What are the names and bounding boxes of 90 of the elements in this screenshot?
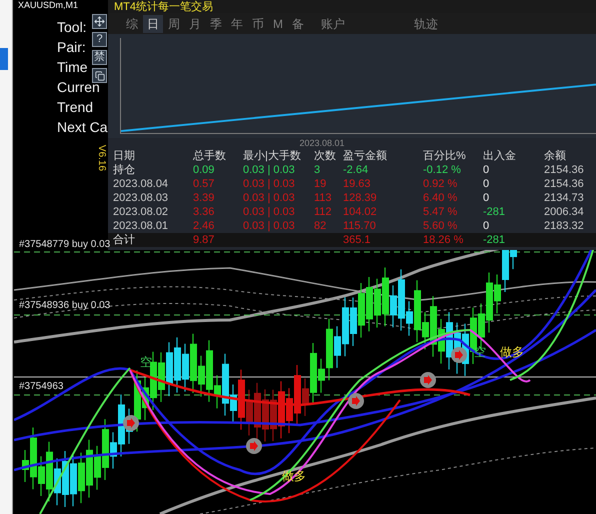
table-cell-text: 0.03 | 0.03: [243, 177, 296, 191]
table-cell-text: -281: [483, 233, 506, 247]
table-cell-text: 2134.73: [544, 191, 585, 205]
tab[interactable]: 备: [288, 14, 308, 32]
selection-highlight: [0, 48, 8, 70]
column-header: 百分比%: [423, 149, 467, 163]
panel-button[interactable]: ?: [92, 32, 107, 47]
table-cell-text: 365.1: [343, 233, 372, 247]
table-cell-text: 9.87: [193, 233, 216, 247]
column-header: 次数: [314, 149, 337, 163]
table-cell-text: -2.64: [343, 163, 370, 177]
table-cell-text: 合计: [113, 233, 136, 247]
table-cell-text: 5.47 %: [423, 205, 458, 219]
table-cell-text: 0: [483, 191, 490, 205]
table-cell-text: 0: [483, 163, 490, 177]
signal-marker-icon: [123, 415, 139, 431]
table-cell-text: 持仓: [113, 163, 136, 177]
info-text: Tool:: [57, 18, 87, 37]
table-cell-text: 3.39: [193, 191, 216, 205]
table-cell-text: -281: [483, 205, 506, 219]
column-header: 最小|大手数: [243, 149, 302, 163]
table-cell-text: 0.09: [193, 163, 216, 177]
table-cell-text: 5.60 %: [423, 219, 458, 233]
tab[interactable]: 季: [206, 14, 226, 32]
table-cell-text: 2023.08.02: [113, 205, 170, 219]
table-cell-text: 112: [314, 205, 333, 219]
table-cell-text: 3.36: [193, 205, 216, 219]
signal-label: 空: [140, 356, 152, 369]
move-button[interactable]: [92, 14, 107, 29]
table-cell-text: 3: [314, 163, 322, 177]
table-cell-text: 0: [483, 219, 490, 233]
table-cell-text: 2006.34: [544, 205, 585, 219]
tab[interactable]: 周: [164, 14, 184, 32]
table-cell-text: 18.26 %: [423, 233, 464, 247]
info-text: Next Ca: [57, 118, 108, 137]
column-header: 总手数: [193, 149, 227, 163]
symbol-label: XAUUSDm,M1: [18, 0, 78, 10]
order-label: #37548936 buy 0.03: [19, 300, 110, 311]
table-cell-text: 2023.08.03: [113, 191, 170, 205]
copy-button[interactable]: [92, 68, 107, 83]
table-cell-text: 104.02: [343, 205, 378, 219]
tab[interactable]: 日: [143, 14, 163, 32]
table-cell-text: 0: [483, 177, 490, 191]
signal-marker-icon: [451, 347, 467, 363]
tab[interactable]: 月: [185, 14, 205, 32]
table-cell-text: 82: [314, 219, 328, 233]
table-cell-text: 0.03 | 0.03: [243, 163, 296, 177]
signal-marker-icon: [246, 438, 262, 454]
table-cell-text: 0.92 %: [423, 177, 458, 191]
table-cell-text: 113: [314, 191, 333, 205]
info-text: Time: [57, 58, 88, 77]
column-header: 日期: [113, 149, 136, 163]
tab[interactable]: 账户: [317, 14, 349, 32]
info-text: Pair:: [57, 38, 86, 57]
signal-marker-icon: [348, 393, 364, 409]
panel-button[interactable]: 禁: [92, 50, 107, 65]
table-cell-text: 2183.32: [544, 219, 585, 233]
tab[interactable]: 综: [122, 14, 142, 32]
table-cell-text: 2154.36: [544, 177, 585, 191]
panel-title: MT4统计每一笔交易: [114, 0, 213, 12]
table-cell-text: 0.03 | 0.03: [243, 219, 296, 233]
table-cell-text: 19.63: [343, 177, 372, 191]
table-cell-text: 0.57: [193, 177, 216, 191]
order-label: #37548779 buy 0.03: [19, 239, 110, 250]
date-axis-label: 2023.08.01: [299, 138, 345, 148]
table-cell-text: 2.46: [193, 219, 216, 233]
info-text: Curren: [57, 78, 100, 97]
copy-icon: [94, 70, 104, 80]
info-text: Trend: [57, 98, 94, 117]
table-cell-text: 19: [314, 177, 328, 191]
table-cell-text: 128.39: [343, 191, 378, 205]
table-cell-text: 2023.08.04: [113, 177, 170, 191]
column-header: 盈亏金额: [343, 149, 388, 163]
tab[interactable]: 币: [248, 14, 268, 32]
move-icon: [94, 16, 105, 27]
table-cell-text: 0.03 | 0.03: [243, 205, 296, 219]
table-cell-text: 115.70: [343, 219, 377, 233]
table-cell-text: 6.40 %: [423, 191, 458, 205]
column-header: 出入金: [483, 149, 517, 163]
table-cell-text: 0.03 | 0.03: [243, 191, 296, 205]
column-header: 余额: [544, 149, 567, 163]
table-cell-text: 2154.36: [544, 163, 585, 177]
table-cell-text: 2023.08.01: [113, 219, 170, 233]
signal-marker-icon: [420, 372, 436, 388]
version-label: V6.16: [95, 144, 108, 172]
order-label: #3754963: [19, 381, 64, 392]
tab[interactable]: 轨迹: [410, 14, 442, 32]
tab[interactable]: 年: [227, 14, 247, 32]
table-cell-text: -0.12 %: [423, 163, 462, 177]
tab[interactable]: M: [269, 14, 287, 32]
